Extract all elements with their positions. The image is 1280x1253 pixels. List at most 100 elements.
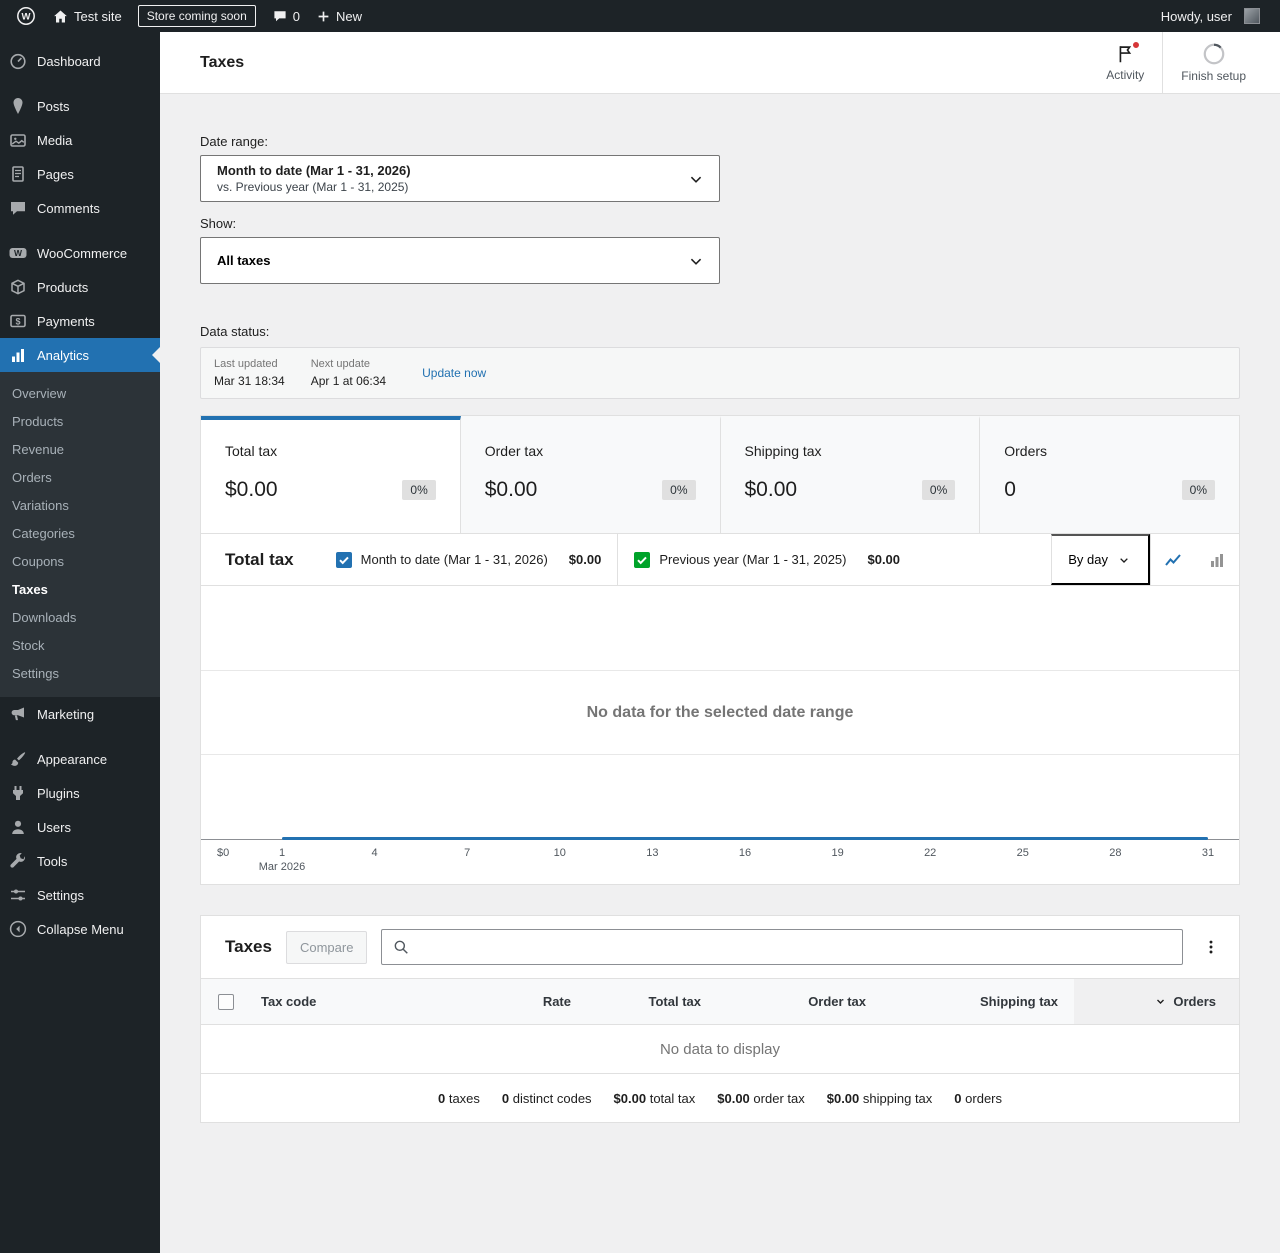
new-label: New — [335, 8, 362, 24]
dashboard-icon — [8, 51, 28, 71]
last-updated-label: Last updated — [214, 358, 278, 370]
submenu-item-variations[interactable]: Variations — [0, 491, 160, 519]
tile-label: Orders — [1004, 443, 1048, 459]
tile-label: Order tax — [484, 443, 544, 459]
sidebar-item-posts[interactable]: Posts — [0, 89, 160, 123]
tile-value: 0 — [1004, 478, 1016, 501]
submenu-item-categories[interactable]: Categories — [0, 519, 160, 547]
update-now-link[interactable]: Update now — [422, 366, 486, 380]
line-chart-toggle[interactable] — [1151, 534, 1195, 585]
sidebar-item-label: Settings — [37, 887, 84, 903]
svg-text:W: W — [14, 248, 23, 258]
compare-button[interactable]: Compare — [285, 930, 368, 964]
submenu-item-orders[interactable]: Orders — [0, 463, 160, 491]
tile-value: $0.00 — [744, 478, 798, 501]
sidebar-item-analytics[interactable]: Analytics — [0, 338, 160, 372]
sidebar-item-label: Marketing — [37, 706, 95, 722]
bar-chart-toggle[interactable] — [1195, 534, 1239, 585]
summary-value: 0 — [437, 1090, 446, 1106]
sidebar-item-appearance[interactable]: Appearance — [0, 742, 160, 776]
select-all-checkbox[interactable] — [218, 993, 234, 1010]
sidebar-item-plugins[interactable]: Plugins — [0, 776, 160, 810]
column-header-orders[interactable]: Orders — [1074, 979, 1239, 1024]
column-header-rate[interactable]: Rate — [467, 979, 587, 1024]
date-range-compare-value: vs. Previous year (Mar 1 - 31, 2025) — [217, 180, 409, 194]
summary-tile-total-tax[interactable]: Total tax $0.00 0% — [201, 416, 461, 533]
sidebar-item-collapse-menu[interactable]: Collapse Menu — [0, 912, 160, 946]
notification-dot — [1132, 41, 1141, 49]
activity-button[interactable]: Activity — [1088, 32, 1162, 93]
new-content-button[interactable]: New — [308, 0, 370, 32]
site-name: Test site — [74, 8, 122, 24]
sidebar-item-label: Products — [37, 279, 89, 295]
menu-separator — [0, 225, 160, 236]
sidebar-item-dashboard[interactable]: Dashboard — [0, 44, 160, 78]
summary-distinct-codes: 0 distinct codes — [502, 1091, 592, 1106]
summary-label: orders — [965, 1090, 1003, 1106]
sidebar-item-marketing[interactable]: Marketing — [0, 697, 160, 731]
sidebar-item-payments[interactable]: $ Payments — [0, 304, 160, 338]
submenu-item-overview[interactable]: Overview — [0, 379, 160, 407]
column-header-shipping-tax[interactable]: Shipping tax — [882, 979, 1074, 1024]
summary-total-tax: $0.00 total tax — [614, 1091, 696, 1106]
activity-label: Activity — [1106, 68, 1145, 82]
submenu-item-taxes[interactable]: Taxes — [0, 575, 160, 603]
summary-taxes: 0 taxes — [438, 1091, 480, 1106]
admin-bar-comments[interactable]: 0 — [264, 0, 308, 32]
howdy-text: Howdy, user — [1160, 8, 1232, 24]
summary-value: 0 — [954, 1090, 962, 1106]
x-axis-ticks: 1 4 7 10 13 16 19 22 25 28 31 — [279, 847, 1214, 860]
admin-bar-right: Howdy, user — [1153, 0, 1268, 32]
date-range-select[interactable]: Month to date (Mar 1 - 31, 2026) vs. Pre… — [200, 155, 720, 202]
search-input[interactable] — [417, 939, 1172, 955]
media-icon — [8, 130, 28, 150]
sidebar-item-products[interactable]: Products — [0, 270, 160, 304]
howdy-user-link[interactable]: Howdy, user — [1153, 0, 1268, 32]
coming-soon-badge[interactable]: Store coming soon — [137, 5, 256, 27]
submenu-item-downloads[interactable]: Downloads — [0, 603, 160, 631]
next-update-group: Next update Apr 1 at 06:34 — [311, 358, 386, 388]
plugin-icon — [8, 783, 28, 803]
summary-tile-shipping-tax[interactable]: Shipping tax $0.00 0% — [720, 416, 981, 533]
summary-tile-order-tax[interactable]: Order tax $0.00 0% — [460, 416, 721, 533]
chevron-down-icon — [685, 250, 707, 272]
svg-text:W: W — [22, 12, 31, 23]
sidebar-item-label: Tools — [37, 853, 68, 869]
data-status-label: Data status: — [200, 324, 270, 339]
show-label: Show: — [200, 216, 237, 231]
column-header-order-tax[interactable]: Order tax — [717, 979, 882, 1024]
analytics-submenu-wrap: Overview Products Revenue Orders Variati… — [0, 372, 160, 697]
sidebar-item-media[interactable]: Media — [0, 123, 160, 157]
sidebar-item-settings[interactable]: Settings — [0, 878, 160, 912]
sidebar-item-comments[interactable]: Comments — [0, 191, 160, 225]
column-header-tax-code[interactable]: Tax code — [257, 979, 467, 1024]
table-menu-button[interactable] — [1197, 929, 1225, 965]
sidebar-item-pages[interactable]: Pages — [0, 157, 160, 191]
plus-icon — [316, 9, 331, 24]
submenu-item-stock[interactable]: Stock — [0, 631, 160, 659]
sidebar-item-users[interactable]: Users — [0, 810, 160, 844]
x-tick: 7 — [464, 847, 471, 859]
x-tick: 13 — [646, 847, 659, 859]
sidebar-item-tools[interactable]: Tools — [0, 844, 160, 878]
legend-item-month-to-date[interactable]: Month to date (Mar 1 - 31, 2026) $0.00 — [320, 534, 618, 585]
sidebar-item-woocommerce[interactable]: W WooCommerce — [0, 236, 160, 270]
legend-item-previous-year[interactable]: Previous year (Mar 1 - 31, 2025) $0.00 — [617, 534, 916, 585]
site-name-link[interactable]: Test site — [44, 0, 130, 32]
column-header-total-tax[interactable]: Total tax — [587, 979, 717, 1024]
submenu-item-settings[interactable]: Settings — [0, 659, 160, 687]
wordpress-logo-icon[interactable]: W — [8, 0, 44, 32]
summary-tile-orders[interactable]: Orders 0 0% — [980, 416, 1239, 533]
interval-select[interactable]: By day — [1051, 534, 1150, 585]
finish-setup-button[interactable]: Finish setup — [1162, 32, 1264, 93]
tile-delta-badge: 0% — [402, 480, 436, 500]
comments-count: 0 — [292, 8, 300, 24]
chevron-down-icon — [1116, 552, 1132, 568]
select-all-cell — [201, 979, 257, 1024]
submenu-item-revenue[interactable]: Revenue — [0, 435, 160, 463]
submenu-item-products[interactable]: Products — [0, 407, 160, 435]
chevron-down-icon — [685, 168, 707, 190]
sidebar-item-label: Media — [37, 132, 73, 148]
show-select[interactable]: All taxes — [200, 237, 720, 284]
submenu-item-coupons[interactable]: Coupons — [0, 547, 160, 575]
